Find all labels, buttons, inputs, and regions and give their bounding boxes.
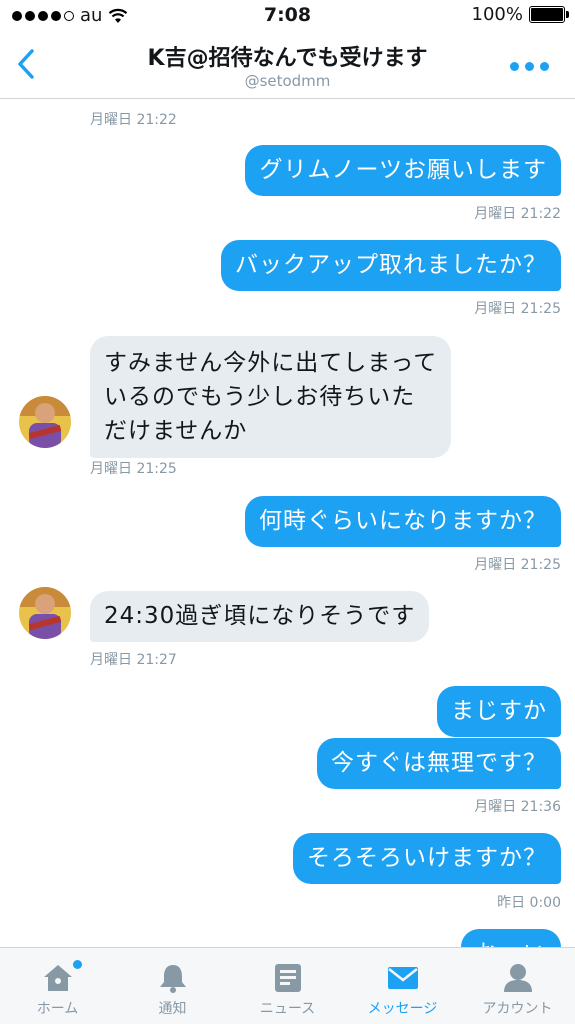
sent-message[interactable]: 何時ぐらいになりますか？ bbox=[245, 496, 561, 547]
status-bar: au 7:08 100% bbox=[0, 0, 575, 32]
message-timestamp: 月曜日 21:25 bbox=[474, 301, 561, 317]
avatar-image bbox=[19, 396, 71, 448]
tab-label: ニュース bbox=[259, 1001, 316, 1017]
tab-messages[interactable]: メッセージ bbox=[345, 948, 460, 1024]
battery-status: 100% bbox=[471, 4, 569, 25]
tab-label: アカウント bbox=[482, 1001, 553, 1017]
avatar[interactable] bbox=[19, 396, 71, 448]
news-icon bbox=[275, 964, 301, 992]
sent-message[interactable]: 今すぐは無理です？ bbox=[317, 738, 561, 789]
more-options-icon[interactable] bbox=[510, 62, 549, 71]
envelope-icon bbox=[388, 967, 418, 989]
notification-dot bbox=[73, 960, 82, 969]
tab-notifications[interactable]: 通知 bbox=[115, 948, 230, 1024]
home-icon bbox=[44, 965, 72, 991]
battery-percent: 100% bbox=[471, 4, 523, 25]
tab-label: 通知 bbox=[158, 1001, 187, 1017]
message-timestamp: 月曜日 21:22 bbox=[90, 112, 177, 128]
tab-home[interactable]: ホーム bbox=[0, 948, 115, 1024]
avatar-image bbox=[19, 587, 71, 639]
received-message[interactable]: 24:30過ぎ頃になりそうです bbox=[90, 591, 430, 642]
avatar[interactable] bbox=[19, 587, 71, 639]
message-timestamp: 月曜日 21:36 bbox=[474, 799, 561, 815]
message-line: だけませんか bbox=[104, 418, 248, 444]
sent-message[interactable]: バックアップ取れましたか？ bbox=[221, 240, 561, 291]
message-timestamp: 昨日 0:00 bbox=[497, 895, 561, 911]
message-timestamp: 月曜日 21:22 bbox=[474, 206, 561, 222]
conversation-title: K吉@招待なんでも受けます bbox=[147, 46, 428, 71]
message-timestamp: 月曜日 21:25 bbox=[474, 557, 561, 573]
tab-account[interactable]: アカウント bbox=[460, 948, 575, 1024]
sent-message[interactable]: まじすか bbox=[437, 686, 561, 737]
person-icon bbox=[504, 964, 532, 992]
tab-news[interactable]: ニュース bbox=[230, 948, 345, 1024]
received-message[interactable]: すみません今外に出てしまって いるのでもう少しお待ちいた だけませんか bbox=[90, 336, 452, 458]
bell-icon bbox=[160, 965, 186, 993]
tab-label: メッセージ bbox=[367, 1001, 438, 1017]
conversation-handle: @setodmm bbox=[244, 72, 331, 90]
battery-icon bbox=[529, 6, 569, 23]
message-line: すみません今外に出てしまって bbox=[104, 350, 438, 376]
message-timestamp: 月曜日 21:25 bbox=[90, 461, 177, 477]
sent-message[interactable]: グリムノーツお願いします bbox=[245, 145, 561, 196]
message-line: いるのでもう少しお待ちいた bbox=[104, 384, 416, 410]
sent-message[interactable]: そろそろいけますか？ bbox=[293, 833, 561, 884]
tab-bar: ホーム 通知 ニュース メッセージ アカウント bbox=[0, 947, 575, 1024]
sent-message[interactable]: おーい bbox=[461, 929, 561, 947]
tab-label: ホーム bbox=[36, 1001, 79, 1017]
conversation-header: K吉@招待なんでも受けます @setodmm bbox=[0, 32, 575, 99]
message-timestamp: 月曜日 21:27 bbox=[90, 652, 177, 668]
message-thread[interactable]: 月曜日 21:22 グリムノーツお願いします 月曜日 21:22 バックアップ取… bbox=[0, 99, 575, 947]
